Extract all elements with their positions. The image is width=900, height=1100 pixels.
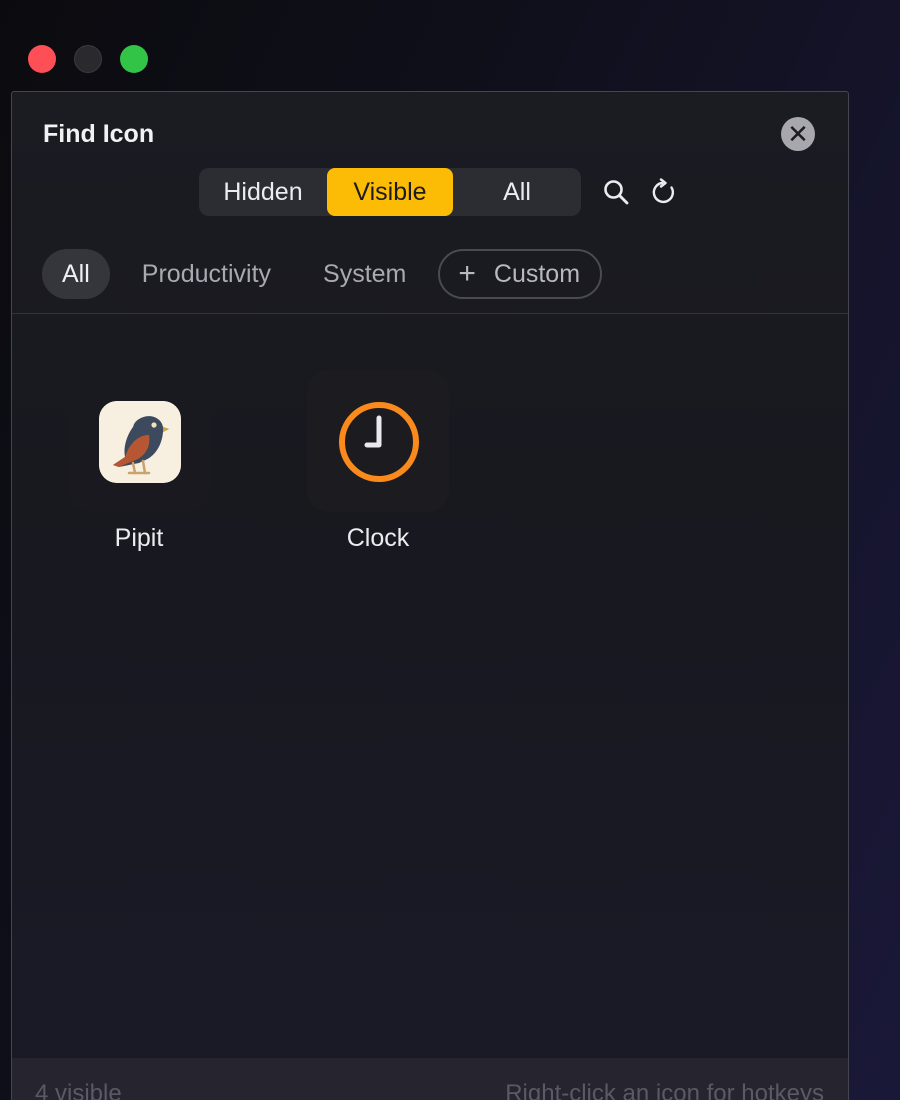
custom-filter-label: Custom	[493, 260, 581, 288]
refresh-icon	[652, 178, 675, 204]
window-controls	[28, 45, 148, 73]
filter-productivity[interactable]: Productivity	[122, 249, 291, 299]
refresh-button[interactable]	[650, 178, 678, 206]
panel-title: Find Icon	[43, 120, 155, 148]
icon-tile	[68, 370, 210, 512]
close-icon: ✕	[787, 119, 809, 149]
window-zoom-button[interactable]	[120, 45, 148, 73]
icon-item-pipit[interactable]: Pipit	[64, 370, 214, 553]
hotkey-hint: Right-click an icon for hotkeys	[505, 1080, 824, 1100]
window-close-button[interactable]	[28, 45, 56, 73]
search-icon	[604, 180, 629, 205]
search-button[interactable]	[602, 178, 630, 206]
visibility-segmented-control: Hidden Visible All	[199, 168, 581, 216]
segment-all[interactable]: All	[453, 168, 581, 216]
window-minimize-button[interactable]	[74, 45, 102, 73]
icon-item-clock[interactable]: Clock	[303, 370, 453, 553]
visible-count: 4 visible	[35, 1080, 122, 1100]
find-icon-panel: Find Icon ✕ Hidden Visible All All Produ…	[11, 91, 849, 1100]
close-button[interactable]: ✕	[781, 117, 815, 151]
add-custom-filter-button[interactable]: + Custom	[438, 249, 603, 299]
category-filters: All Productivity System + Custom	[42, 249, 614, 299]
segment-hidden[interactable]: Hidden	[199, 168, 327, 216]
filter-all[interactable]: All	[42, 249, 110, 299]
segment-visible[interactable]: Visible	[327, 168, 453, 216]
header-divider	[12, 313, 848, 314]
clock-icon	[339, 402, 419, 482]
icon-tile	[307, 370, 449, 512]
status-bar: 4 visible Right-click an icon for hotkey…	[12, 1058, 848, 1100]
plus-icon: +	[458, 257, 476, 290]
filter-system[interactable]: System	[303, 249, 426, 299]
pipit-bird-icon	[99, 401, 181, 483]
icon-label: Pipit	[114, 524, 164, 552]
icon-label: Clock	[346, 524, 410, 552]
